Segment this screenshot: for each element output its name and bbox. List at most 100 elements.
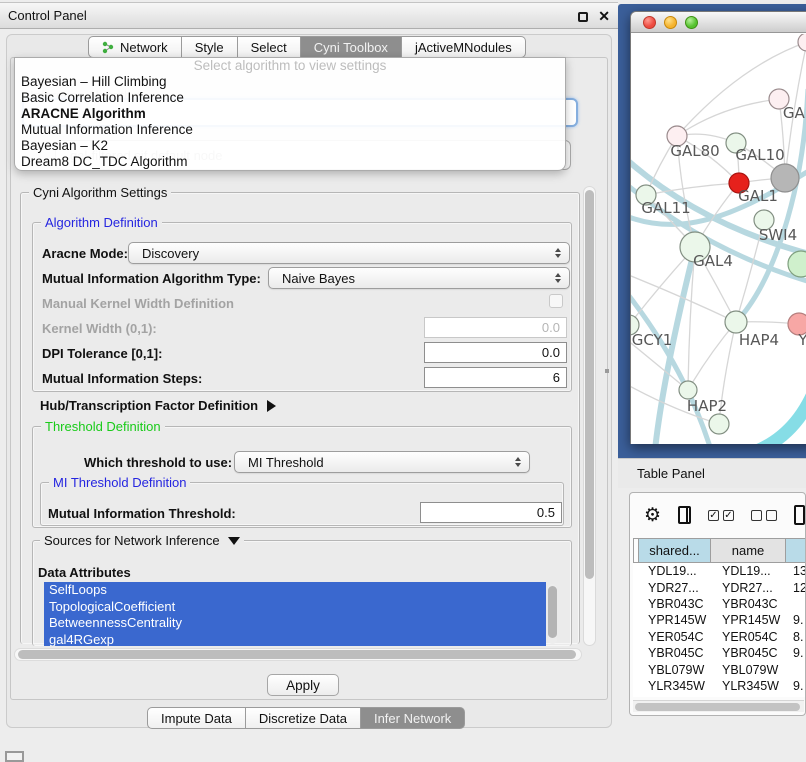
table-cell[interactable]: 9. [786, 613, 806, 627]
minimize-traffic-light-icon[interactable] [664, 16, 677, 29]
table-row[interactable]: YPR145WYPR145W9. [633, 612, 806, 628]
table-cell[interactable]: YDR27... [711, 581, 786, 595]
dpi-tolerance-field[interactable]: 0.0 [424, 342, 567, 363]
attribute-list-item[interactable]: SelfLoops [44, 582, 546, 599]
table-cell[interactable]: YBL079W [639, 663, 711, 677]
table-body[interactable]: YDL19...YDL19...13YDR27...YDR27...12YBR0… [633, 563, 806, 697]
table-cell[interactable]: YLR345W [639, 679, 711, 693]
table-cell[interactable]: 13 [786, 564, 806, 578]
file-icon[interactable] [794, 505, 805, 525]
table-row[interactable]: YDL19...YDL19...13 [633, 563, 806, 579]
algorithm-option[interactable]: Basic Correlation Inference [15, 90, 565, 106]
table-row[interactable]: YER054CYER054C8. [633, 629, 806, 645]
table-row[interactable]: YBR043CYBR043C [633, 596, 806, 612]
mi-steps-field[interactable]: 6 [424, 367, 567, 388]
algorithm-option[interactable]: Bayesian – Hill Climbing [15, 74, 565, 90]
table-cell[interactable]: YER054C [711, 630, 786, 644]
table-cell[interactable]: YBR045C [639, 646, 711, 660]
panel-splitter-handle[interactable] [605, 369, 609, 373]
attribute-list-item[interactable]: BetweennessCentrality [44, 615, 546, 632]
table-scrollbar-thumb[interactable] [635, 703, 800, 711]
data-attributes-list[interactable]: SelfLoopsTopologicalCoefficientBetweenne… [44, 582, 546, 646]
table-cell[interactable]: 9. [786, 679, 806, 693]
network-node[interactable] [771, 164, 799, 192]
manual-kernel-checkbox[interactable] [549, 294, 563, 308]
kernel-width-field[interactable]: 0.0 [424, 317, 567, 338]
apply-button[interactable]: Apply [267, 674, 339, 696]
table-cell[interactable]: YBR043C [711, 597, 786, 611]
attribute-list-item[interactable]: TopologicalCoefficient [44, 599, 546, 616]
tab-impute-data[interactable]: Impute Data [147, 707, 246, 729]
table-row[interactable]: YBR045CYBR045C9. [633, 645, 806, 661]
tab-cyni-toolbox[interactable]: Cyni Toolbox [301, 36, 402, 58]
algorithm-popup-placeholder: Select algorithm to view settings [15, 58, 565, 74]
column-header-partial[interactable] [786, 538, 806, 563]
table-row[interactable]: YDR27...YDR27...12 [633, 579, 806, 595]
tab-network[interactable]: Network [88, 36, 182, 58]
checked-boxes-icon[interactable]: ✓✓ [708, 510, 734, 521]
algorithm-option[interactable]: ARACNE Algorithm [15, 106, 565, 122]
table-cell[interactable]: YDL19... [711, 564, 786, 578]
tab-jactivemnodules[interactable]: jActiveMNodules [402, 36, 526, 58]
table-row[interactable]: YLR345WYLR345W9. [633, 678, 806, 694]
sources-title[interactable]: Sources for Network Inference [40, 533, 244, 548]
settings-horizontal-scrollbar[interactable] [14, 648, 582, 661]
network-node[interactable] [709, 414, 729, 434]
table-cell[interactable]: YIL052C [639, 695, 711, 697]
float-window-icon[interactable] [578, 12, 588, 22]
close-traffic-light-icon[interactable] [643, 16, 656, 29]
tab-select[interactable]: Select [238, 36, 301, 58]
unchecked-boxes-icon[interactable] [751, 510, 777, 521]
tab-infer-network[interactable]: Infer Network [361, 707, 465, 729]
network-node[interactable] [798, 34, 806, 51]
table-cell[interactable]: 8. [786, 630, 806, 644]
attribute-list-item[interactable]: gal4RGexp [44, 632, 546, 647]
table-row[interactable]: YBL079WYBL079W [633, 661, 806, 677]
table-cell[interactable]: 9 [786, 695, 806, 697]
attribute-list-scrollbar[interactable] [548, 584, 557, 644]
horizontal-scrollbar-thumb[interactable] [18, 650, 576, 659]
algorithm-option[interactable]: Mutual Information Inference [15, 122, 565, 138]
table-cell[interactable]: YBR043C [639, 597, 711, 611]
zoom-traffic-light-icon[interactable] [685, 16, 698, 29]
column-header-name[interactable]: name [711, 538, 786, 563]
table-cell[interactable]: 9. [786, 646, 806, 660]
data-attributes-label: Data Attributes [38, 565, 131, 580]
network-view-window[interactable]: GALGAL80GAL10GAL1GAL11SWI4GAL4GCY1HAP4YH… [630, 11, 806, 444]
algorithm-option[interactable]: Dream8 DC_TDC Algorithm [15, 154, 565, 170]
table-row[interactable]: YIL052CYIL052C9 [633, 694, 806, 697]
which-threshold-combo[interactable]: MI Threshold [234, 451, 530, 473]
network-canvas[interactable]: GALGAL80GAL10GAL1GAL11SWI4GAL4GCY1HAP4YH… [631, 34, 806, 444]
table-cell[interactable]: YDR27... [639, 581, 711, 595]
minimized-panel-icon[interactable] [5, 751, 24, 762]
tab-style[interactable]: Style [182, 36, 238, 58]
table-cell[interactable]: YIL052C [711, 695, 786, 697]
mi-type-combo[interactable]: Naive Bayes [268, 267, 570, 289]
column-header-shared-name[interactable]: shared... [639, 538, 711, 563]
tab-discretize-data[interactable]: Discretize Data [246, 707, 361, 729]
table-cell[interactable]: YPR145W [639, 613, 711, 627]
gear-icon[interactable]: ⚙ [644, 506, 661, 525]
dpi-tolerance-label: DPI Tolerance [0,1]: [42, 346, 162, 361]
mi-threshold-field[interactable]: 0.5 [420, 502, 562, 523]
table-header: shared... name [633, 538, 806, 563]
split-columns-icon[interactable] [678, 506, 691, 524]
hub-definition-expander[interactable]: Hub/Transcription Factor Definition [40, 398, 276, 413]
table-cell[interactable]: YPR145W [711, 613, 786, 627]
settings-vertical-scrollbar[interactable] [583, 186, 596, 646]
vertical-scrollbar-thumb[interactable] [585, 190, 594, 579]
table-cell[interactable]: YLR345W [711, 679, 786, 693]
aracne-mode-combo[interactable]: Discovery [128, 242, 570, 264]
close-icon[interactable]: ✕ [598, 8, 610, 25]
network-window-titlebar[interactable] [631, 12, 806, 33]
table-cell[interactable]: YDL19... [639, 564, 711, 578]
algorithm-option[interactable]: Bayesian – K2 [15, 138, 565, 154]
network-nodes[interactable]: GALGAL80GAL10GAL1GAL11SWI4GAL4GCY1HAP4YH… [631, 34, 806, 434]
table-cell[interactable]: YBR045C [711, 646, 786, 660]
network-node-label: HAP4 [739, 331, 779, 349]
table-cell[interactable]: YBL079W [711, 663, 786, 677]
table-cell[interactable]: 12 [786, 581, 806, 595]
network-node[interactable] [725, 311, 747, 333]
table-horizontal-scrollbar[interactable] [633, 700, 804, 712]
table-cell[interactable]: YER054C [639, 630, 711, 644]
